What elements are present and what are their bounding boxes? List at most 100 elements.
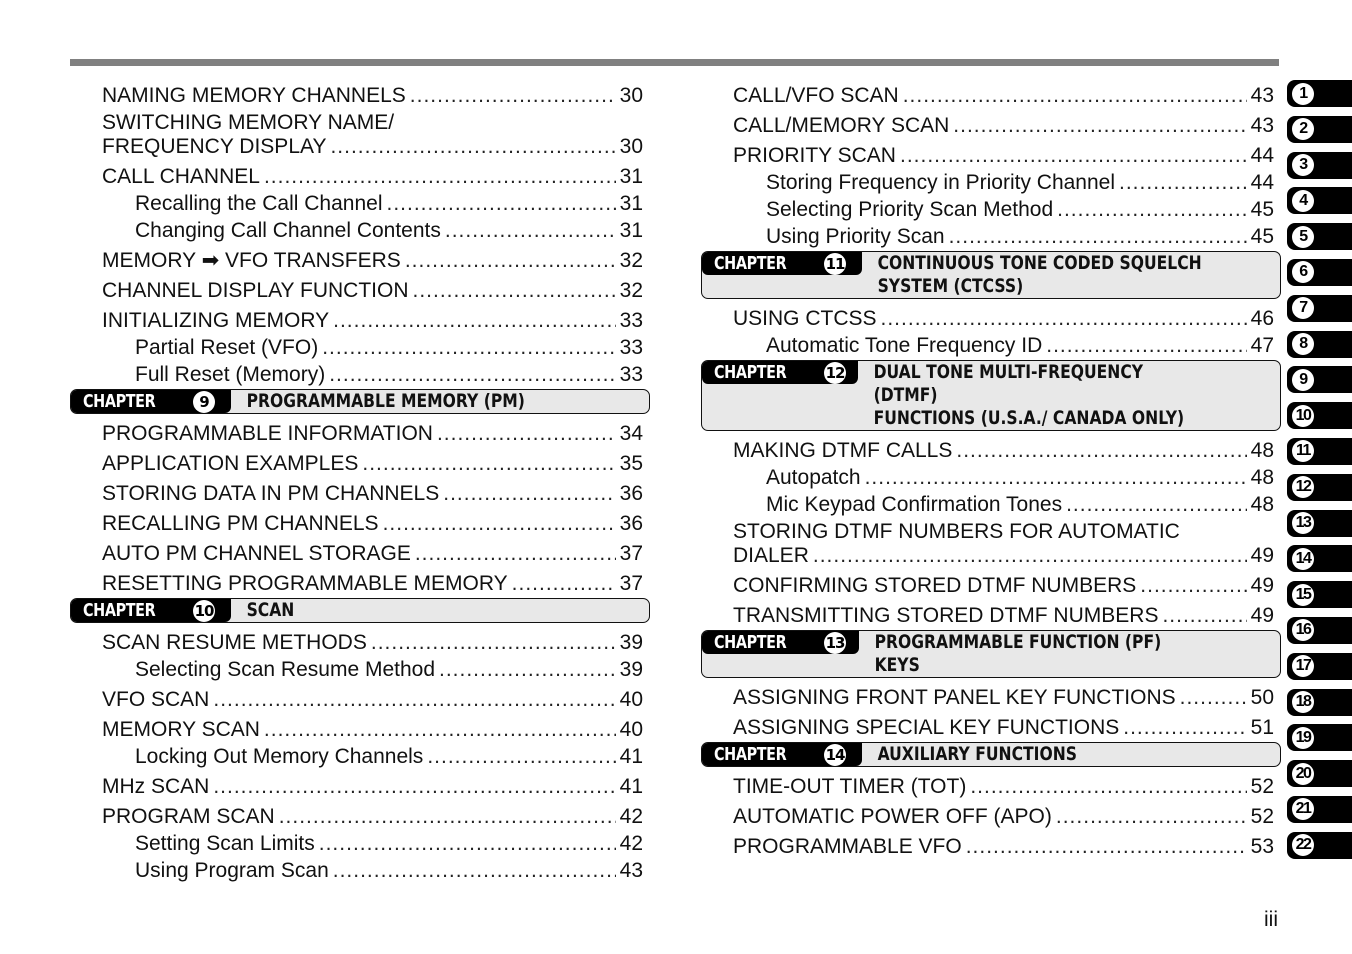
chapter-tab-8[interactable]: 8 [1287,330,1352,358]
chapter-header[interactable]: CHAPTER 14 AUXILIARY FUNCTIONS [701,742,1281,767]
chapter-tab-14[interactable]: 14 [1287,545,1352,573]
toc-entry-text: NAMING MEMORY CHANNELS [102,84,410,108]
chapter-tab-5[interactable]: 5 [1287,223,1352,251]
toc-subentry[interactable]: Mic Keypad Confirmation Tones 48 [701,493,1281,517]
chapter-tab-16[interactable]: 16 [1287,616,1352,644]
chapter-tab-7[interactable]: 7 [1287,294,1352,322]
chapter-tab-12[interactable]: 12 [1287,473,1352,501]
toc-subentry[interactable]: Setting Scan Limits 42 [70,832,650,856]
chapter-tab-number: 1 [1292,82,1314,105]
chapter-tab-3[interactable]: 3 [1287,151,1352,179]
toc-entry-text: PROGRAMMABLE VFO [733,835,966,859]
toc-entry[interactable]: MEMORY ➡ VFO TRANSFERS 32 [70,249,650,273]
toc-entry[interactable]: MHz SCAN 41 [70,775,650,799]
chapter-header[interactable]: CHAPTER 12 DUAL TONE MULTI-FREQUENCY (DTMF… [701,360,1281,431]
chapter-header[interactable]: CHAPTER 13 PROGRAMMABLE FUNCTION (PF) KEYS [701,630,1281,678]
toc-subentry[interactable]: Selecting Scan Resume Method 39 [70,658,650,682]
toc-subentry[interactable]: Changing Call Channel Contents 31 [70,219,650,243]
dot-leader [1162,604,1246,628]
chapter-tab-4[interactable]: 4 [1287,187,1352,215]
chapter-header[interactable]: CHAPTER 11 CONTINUOUS TONE CODED SQUELCH S… [701,251,1281,299]
chapter-tab-number: 3 [1292,154,1314,177]
toc-entry-text: USING CTCSS [733,307,881,331]
toc-subentry[interactable]: Storing Frequency in Priority Channel 44 [701,171,1281,195]
toc-entry[interactable]: PROGRAM SCAN 42 [70,805,650,829]
toc-entry[interactable]: NAMING MEMORY CHANNELS 30 [70,84,650,108]
toc-entry[interactable]: VFO SCAN 40 [70,688,650,712]
toc-subentry[interactable]: Full Reset (Memory) 33 [70,363,650,387]
chapter-tab-21[interactable]: 21 [1287,795,1352,823]
toc-subentry[interactable]: Autopatch 48 [701,466,1281,490]
toc-entry[interactable]: STORING DATA IN PM CHANNELS 36 [70,482,650,506]
toc-entry[interactable]: ASSIGNING FRONT PANEL KEY FUNCTIONS 50 [701,686,1281,710]
chapter-tab-17[interactable]: 17 [1287,652,1352,680]
toc-entry-text: Selecting Priority Scan Method [766,198,1058,222]
toc-entry-text: AUTOMATIC POWER OFF (APO) [733,805,1056,829]
toc-entry-text: Recalling the Call Channel [135,192,387,216]
toc-page-number: 31 [619,219,643,242]
toc-entry[interactable]: PRIORITY SCAN 44 [701,144,1281,168]
toc-entry[interactable]: PROGRAMMABLE INFORMATION 34 [70,422,650,446]
chapter-tab-13[interactable]: 13 [1287,509,1352,537]
chapter-header[interactable]: CHAPTER 9 PROGRAMMABLE MEMORY (PM) [70,389,650,414]
chapter-tab-2[interactable]: 2 [1287,115,1352,143]
toc-entry[interactable]: APPLICATION EXAMPLES 35 [70,452,650,476]
toc-entry[interactable]: SWITCHING MEMORY NAME/FREQUENCY DISPLAY 3… [70,111,650,159]
toc-entry[interactable]: CHANNEL DISPLAY FUNCTION 32 [70,279,650,303]
toc-page-number: 45 [1250,198,1274,221]
chapter-tab-9[interactable]: 9 [1287,366,1352,394]
chapter-number-badge: 9 [193,390,215,413]
chapter-tab-10[interactable]: 10 [1287,402,1352,430]
toc-entry[interactable]: CALL CHANNEL 31 [70,165,650,189]
chapter-tab-number: 16 [1292,619,1314,642]
toc-entry[interactable]: CALL/VFO SCAN 43 [701,84,1281,108]
toc-page-number: 31 [619,192,643,215]
toc-entry[interactable]: TIME-OUT TIMER (TOT) 52 [701,775,1281,799]
dot-leader [322,336,615,360]
toc-entry-text: Partial Reset (VFO) [135,336,323,360]
toc-entry[interactable]: USING CTCSS 46 [701,307,1281,331]
toc-subentry[interactable]: Locking Out Memory Channels 41 [70,745,650,769]
toc-entry[interactable]: RECALLING PM CHANNELS 36 [70,512,650,536]
toc-entry[interactable]: PROGRAMMABLE VFO 53 [701,835,1281,859]
toc-entry[interactable]: AUTOMATIC POWER OFF (APO) 52 [701,805,1281,829]
toc-subentry[interactable]: Automatic Tone Frequency ID 47 [701,334,1281,358]
toc-left-column: NAMING MEMORY CHANNELS30 SWITCHING MEMORY… [70,78,650,883]
chapter-tab-number: 9 [1292,368,1314,391]
chapter-tab-6[interactable]: 6 [1287,258,1352,286]
chapter-tab-number: 21 [1292,798,1314,821]
toc-entry-text: Autopatch [766,466,865,490]
toc-entry[interactable]: MEMORY SCAN 40 [70,718,650,742]
chapter-tab-11[interactable]: 11 [1287,437,1352,465]
chapter-tab-22[interactable]: 22 [1287,831,1352,859]
dot-leader [333,309,616,333]
toc-entry[interactable]: MAKING DTMF CALLS 48 [701,439,1281,463]
toc-entry[interactable]: RESETTING PROGRAMMABLE MEMORY 37 [70,572,650,596]
toc-entry[interactable]: STORING DTMF NUMBERS FOR AUTOMATIC DIALER… [701,520,1281,568]
chapter-tab-20[interactable]: 20 [1287,760,1352,788]
toc-subentry[interactable]: Using Priority Scan 45 [701,225,1281,249]
toc-subentry[interactable]: Selecting Priority Scan Method 45 [701,198,1281,222]
dot-leader [445,219,616,243]
toc-entry[interactable]: INITIALIZING MEMORY 33 [70,309,650,333]
toc-subentry[interactable]: Partial Reset (VFO) 33 [70,336,650,360]
chapter-tab-15[interactable]: 15 [1287,581,1352,609]
chapter-title: PROGRAMMABLE MEMORY (PM) [246,390,525,412]
chapter-header[interactable]: CHAPTER 10 SCAN [70,598,650,623]
dot-leader [383,512,616,536]
toc-entry[interactable]: CONFIRMING STORED DTMF NUMBERS 49 [701,574,1281,598]
chapter-tab-1[interactable]: 1 [1287,80,1352,107]
toc-entry[interactable]: TRANSMITTING STORED DTMF NUMBERS 49 [701,604,1281,628]
toc-entry[interactable]: SCAN RESUME METHODS 39 [70,631,650,655]
chapter-tab-18[interactable]: 18 [1287,688,1352,716]
toc-entry[interactable]: AUTO PM CHANNEL STORAGE 37 [70,542,650,566]
toc-entry[interactable]: ASSIGNING SPECIAL KEY FUNCTIONS 51 [701,716,1281,740]
dot-leader [865,466,1247,490]
toc-entry[interactable]: CALL/MEMORY SCAN 43 [701,114,1281,138]
toc-subentry[interactable]: Using Program Scan 43 [70,859,650,883]
dot-leader [362,452,615,476]
toc-subentry[interactable]: Recalling the Call Channel 31 [70,192,650,216]
toc-entry-line2: FREQUENCY DISPLAY 30 [102,135,643,159]
top-rule [70,59,1279,66]
chapter-tab-19[interactable]: 19 [1287,724,1352,752]
